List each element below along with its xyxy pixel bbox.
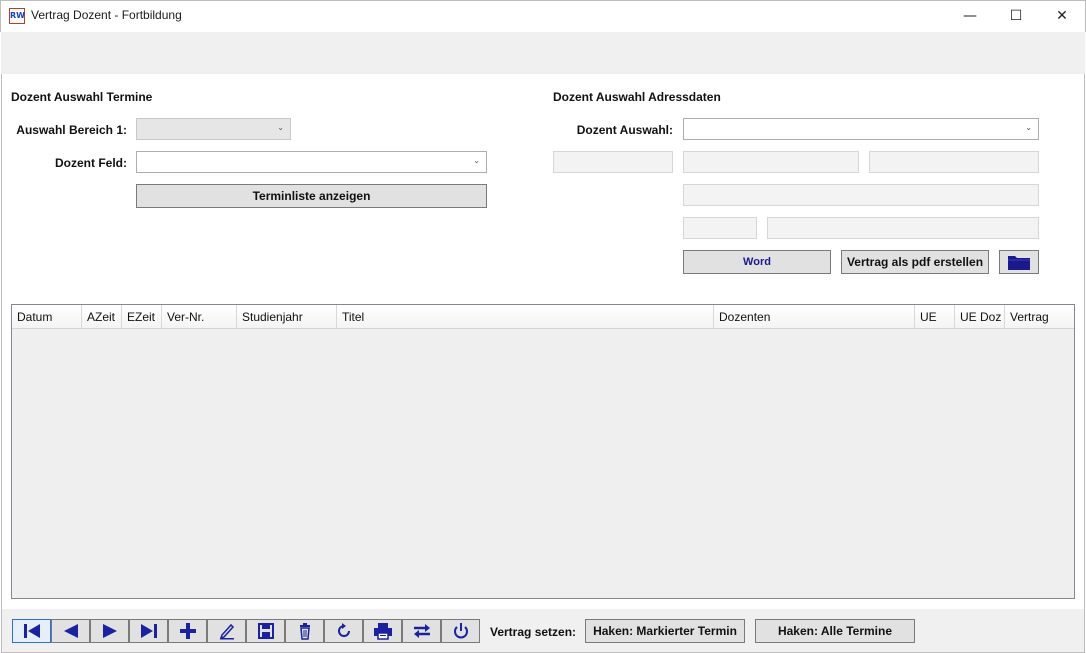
vorname-field[interactable] [683, 151, 859, 173]
last-record-button[interactable] [129, 619, 168, 643]
feld-combobox[interactable]: ⌄ [136, 151, 487, 173]
print-button[interactable] [363, 619, 402, 643]
window-title: Vertrag Dozent - Fortbildung [31, 8, 182, 22]
bereich-combobox[interactable]: ⌄ [136, 118, 291, 140]
swap-button[interactable] [402, 619, 441, 643]
haken-alle-termine-button[interactable]: Haken: Alle Termine [755, 619, 915, 643]
column-header-studienjahr[interactable]: Studienjahr [237, 305, 337, 329]
column-header-titel[interactable]: Titel [337, 305, 714, 329]
dozent-auswahl-label: Dozent Auswahl: [576, 123, 673, 137]
vertrag-setzen-label: Vertrag setzen: [490, 625, 577, 639]
column-header-vertrag[interactable]: Vertrag [1005, 305, 1074, 329]
bereich-label: Auswahl Bereich 1: [16, 123, 127, 137]
last-record-icon [140, 624, 157, 638]
add-icon [179, 623, 196, 639]
chevron-down-icon: ⌄ [473, 156, 480, 165]
left-section-title: Dozent Auswahl Termine [11, 90, 153, 104]
termin-grid[interactable]: Datum AZeit EZeit Ver-Nr. Studienjahr Ti… [11, 304, 1075, 599]
save-icon [257, 623, 274, 639]
edit-icon [219, 623, 234, 640]
previous-record-button[interactable] [51, 619, 90, 643]
strasse-field[interactable] [683, 184, 1039, 206]
terminliste-button[interactable]: Terminliste anzeigen [136, 184, 487, 208]
swap-icon [413, 624, 430, 638]
folder-icon [1008, 256, 1030, 270]
open-folder-button[interactable] [999, 250, 1039, 274]
maximize-icon: ☐ [1009, 8, 1023, 24]
minimize-icon: — [963, 8, 977, 24]
right-section-title: Dozent Auswahl Adressdaten [553, 90, 721, 104]
column-header-ue-doz[interactable]: UE Doz [955, 305, 1005, 329]
anrede-field[interactable] [553, 151, 673, 173]
column-header-dozenten[interactable]: Dozenten [714, 305, 915, 329]
next-record-icon [102, 624, 117, 638]
plz-field[interactable] [683, 217, 757, 239]
refresh-icon [337, 623, 350, 637]
column-header-azeit[interactable]: AZeit [82, 305, 122, 329]
delete-icon [299, 623, 310, 640]
column-header-ue[interactable]: UE [915, 305, 955, 329]
maximize-button[interactable]: ☐ [993, 0, 1039, 32]
minimize-button[interactable]: — [947, 0, 993, 32]
dozent-auswahl-combobox[interactable]: ⌄ [683, 118, 1039, 140]
previous-record-icon [63, 624, 78, 638]
grid-header: Datum AZeit EZeit Ver-Nr. Studienjahr Ti… [12, 305, 1074, 329]
haken-markierter-termin-button[interactable]: Haken: Markierter Termin [585, 619, 745, 643]
feld-label: Dozent Feld: [55, 156, 127, 170]
first-record-icon [23, 624, 40, 638]
chevron-down-icon: ⌄ [1025, 123, 1032, 132]
column-header-ezeit[interactable]: EZeit [122, 305, 162, 329]
power-icon [453, 623, 468, 639]
delete-button[interactable] [285, 619, 324, 643]
pdf-button[interactable]: Vertrag als pdf erstellen [841, 250, 989, 274]
word-button[interactable]: Word [683, 250, 831, 274]
header-band [1, 32, 1085, 74]
ort-field[interactable] [767, 217, 1039, 239]
chevron-down-icon: ⌄ [277, 123, 284, 132]
add-button[interactable] [168, 619, 207, 643]
edit-button[interactable] [207, 619, 246, 643]
refresh-button[interactable] [324, 619, 363, 643]
first-record-button[interactable] [12, 619, 51, 643]
column-header-datum[interactable]: Datum [12, 305, 82, 329]
close-icon: ✕ [1056, 8, 1068, 24]
save-button[interactable] [246, 619, 285, 643]
close-button[interactable]: ✕ [1039, 0, 1085, 32]
exit-button[interactable] [441, 619, 480, 643]
column-header-ver-nr[interactable]: Ver-Nr. [162, 305, 237, 329]
next-record-button[interactable] [90, 619, 129, 643]
app-logo-icon: RW [9, 8, 25, 24]
nachname-field[interactable] [869, 151, 1039, 173]
print-icon [373, 623, 392, 640]
